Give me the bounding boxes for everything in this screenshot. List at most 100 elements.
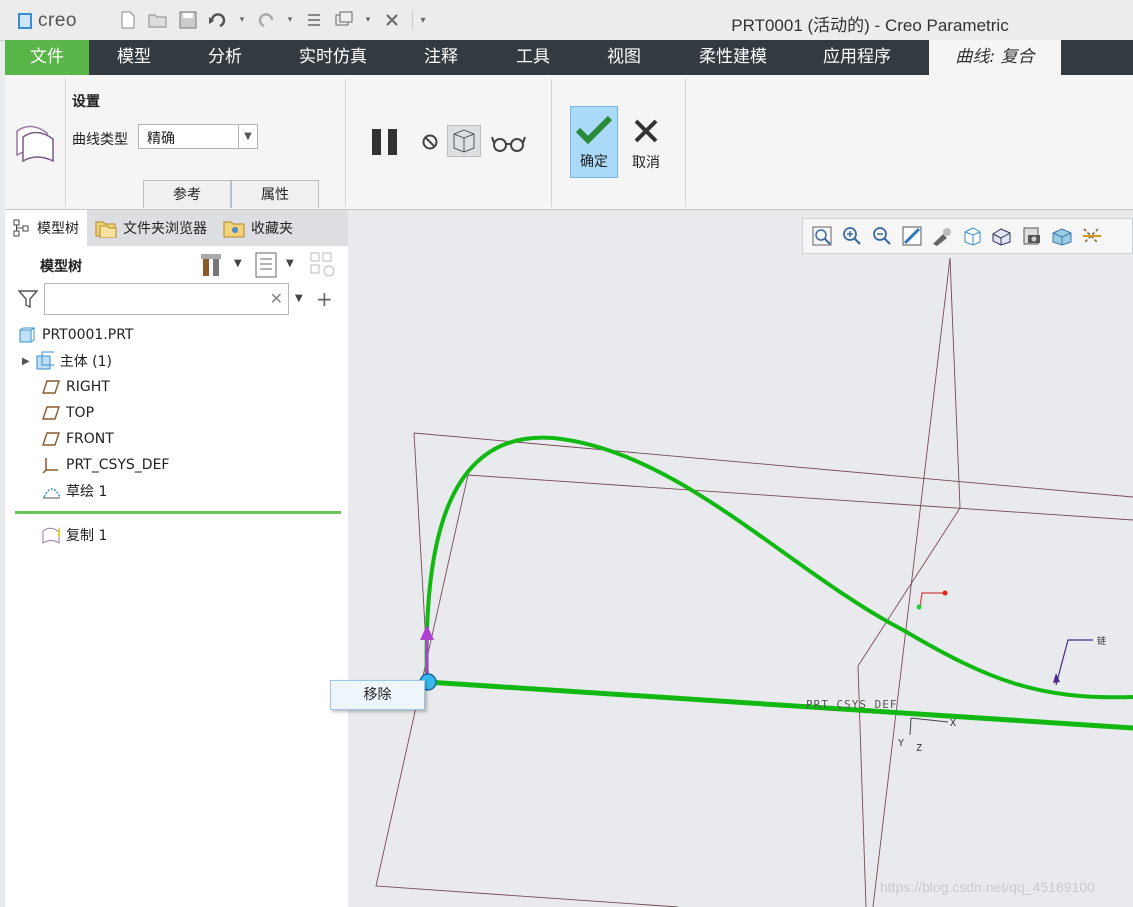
search-dropdown-icon[interactable]: ▼ <box>295 293 303 304</box>
tab-folder-browser-label: 文件夹浏览器 <box>123 221 207 237</box>
zoom-out-icon[interactable] <box>871 225 893 247</box>
tree-item-front[interactable]: FRONT <box>42 428 114 450</box>
datum-display-filter-icon[interactable] <box>1081 225 1103 247</box>
app-logo[interactable]: creo <box>18 10 77 32</box>
tree-item-sketch[interactable]: 草绘 1 <box>42 480 107 502</box>
graphics-window[interactable]: 链 PRT_CSYS_DEF X Y Z <box>348 210 1133 907</box>
axis-z-label: Z <box>916 743 922 754</box>
datum-plane-edge <box>872 257 951 907</box>
tab-folder-browser[interactable]: 文件夹浏览器 <box>87 210 215 246</box>
tree-item-top[interactable]: TOP <box>42 402 94 424</box>
tab-favorites[interactable]: 收藏夹 <box>215 210 301 246</box>
repaint-icon[interactable] <box>901 225 923 247</box>
add-filter-icon[interactable]: + <box>316 287 333 311</box>
tree-item-copy[interactable]: 复制 1 <box>42 524 107 546</box>
verify-glasses-icon[interactable] <box>491 133 527 157</box>
expand-arrow-icon[interactable]: ▶ <box>22 356 30 367</box>
tree-search-input[interactable]: ✕ <box>44 283 289 315</box>
insert-here-marker[interactable] <box>15 511 341 514</box>
annotation-leader <box>1055 639 1093 686</box>
cancel-label: 取消 <box>632 155 660 171</box>
axis-x-label: X <box>950 718 956 729</box>
redo-icon[interactable] <box>256 10 276 30</box>
preview-geometry-icon[interactable] <box>447 125 481 157</box>
display-style-icon[interactable] <box>931 225 953 247</box>
clear-search-icon[interactable]: ✕ <box>270 289 283 308</box>
filter-icon[interactable] <box>17 290 39 312</box>
tree-item-right[interactable]: RIGHT <box>42 376 110 398</box>
close-window-icon[interactable] <box>382 10 402 30</box>
tab-applications[interactable]: 应用程序 <box>797 40 917 75</box>
settings-tools-icon[interactable] <box>200 252 224 282</box>
tab-references[interactable]: 参考 <box>143 180 231 208</box>
watermark-text: https://blog.csdn.net/qq_45189100 <box>880 879 1095 895</box>
composite-curve-icon <box>13 121 57 169</box>
pause-icon[interactable] <box>371 128 401 160</box>
tab-tools[interactable]: 工具 <box>487 40 579 75</box>
curve-type-label: 曲线类型 <box>72 132 128 148</box>
windows-icon[interactable] <box>334 10 354 30</box>
ribbon-tab-bar: 文件 模型 分析 实时仿真 注释 工具 视图 柔性建模 应用程序 曲线: 复合 <box>5 40 1133 75</box>
tab-flexible-modeling[interactable]: 柔性建模 <box>669 40 797 75</box>
regenerate-icon[interactable] <box>304 10 324 30</box>
settings-group-label: 设置 <box>72 94 100 110</box>
tab-model[interactable]: 模型 <box>89 40 179 75</box>
undo-icon[interactable] <box>208 10 228 30</box>
remove-context-button[interactable]: 移除 <box>330 680 425 710</box>
tree-item-label: TOP <box>66 405 95 421</box>
datum-plane-edge <box>467 474 1133 521</box>
datum-plane-edge <box>857 257 961 907</box>
tab-view[interactable]: 视图 <box>579 40 669 75</box>
tab-live-simulation[interactable]: 实时仿真 <box>271 40 395 75</box>
tree-item-csys[interactable]: PRT_CSYS_DEF <box>42 454 169 476</box>
folder-browser-icon <box>95 221 117 238</box>
direction-arrow-head[interactable] <box>420 625 434 640</box>
zoom-in-icon[interactable] <box>841 225 863 247</box>
tree-item-part[interactable]: PRT0001.PRT <box>18 324 134 346</box>
appearance-cube-icon[interactable] <box>1051 225 1073 247</box>
new-file-icon[interactable] <box>118 10 138 30</box>
tree-item-label: RIGHT <box>66 379 110 395</box>
open-folder-icon[interactable] <box>148 10 168 30</box>
tab-model-tree[interactable]: 模型树 <box>5 210 87 246</box>
datum-plane-edge <box>413 432 1133 498</box>
customize-qat-icon[interactable]: ▾ <box>412 10 433 30</box>
ok-button[interactable]: 确定 <box>570 106 618 178</box>
datum-plane-icon <box>42 404 60 422</box>
tab-file[interactable]: 文件 <box>5 40 89 75</box>
windows-dropdown-icon[interactable]: ▾ <box>364 10 372 30</box>
tab-curve-composite[interactable]: 曲线: 复合 <box>929 40 1061 75</box>
undo-dropdown-icon[interactable]: ▾ <box>238 10 246 30</box>
checkmark-icon <box>575 115 613 145</box>
tree-item-label: PRT_CSYS_DEF <box>66 457 170 473</box>
model-viewport[interactable]: 链 PRT_CSYS_DEF X Y Z <box>348 210 1133 907</box>
close-icon <box>634 119 658 143</box>
saved-orientations-icon[interactable] <box>961 225 983 247</box>
chevron-down-icon[interactable]: ▼ <box>238 125 257 148</box>
redo-dropdown-icon[interactable]: ▾ <box>286 10 294 30</box>
tree-item-body[interactable]: ▶ 主体 (1) <box>22 350 112 372</box>
save-icon[interactable] <box>178 10 198 30</box>
datum-plane-icon <box>42 430 60 448</box>
tab-analysis[interactable]: 分析 <box>179 40 271 75</box>
view-manager-icon[interactable] <box>991 225 1013 247</box>
curve-type-select[interactable]: 精确 ▼ <box>138 124 258 149</box>
creo-logo-icon <box>18 13 32 29</box>
no-preview-icon[interactable] <box>421 133 439 155</box>
tree-item-label: PRT0001.PRT <box>42 327 134 343</box>
tree-item-label: 草绘 1 <box>66 484 108 500</box>
copy-curve-icon <box>42 526 60 544</box>
navigator-tabs: 模型树 文件夹浏览器 收藏夹 <box>5 210 348 246</box>
tab-properties[interactable]: 属性 <box>231 180 319 208</box>
perspective-camera-icon[interactable] <box>1021 225 1043 247</box>
graphics-toolbar <box>802 218 1133 254</box>
composite-curve-spline[interactable] <box>424 435 1133 700</box>
settings-dropdown-icon[interactable]: ▼ <box>234 258 242 269</box>
show-dropdown-icon[interactable]: ▼ <box>286 258 294 269</box>
part-icon <box>18 326 36 344</box>
cancel-button[interactable]: 取消 <box>622 106 670 178</box>
tab-annotate[interactable]: 注释 <box>395 40 487 75</box>
refit-icon[interactable] <box>811 225 833 247</box>
show-list-icon[interactable] <box>255 252 277 282</box>
tab-favorites-label: 收藏夹 <box>251 221 293 237</box>
